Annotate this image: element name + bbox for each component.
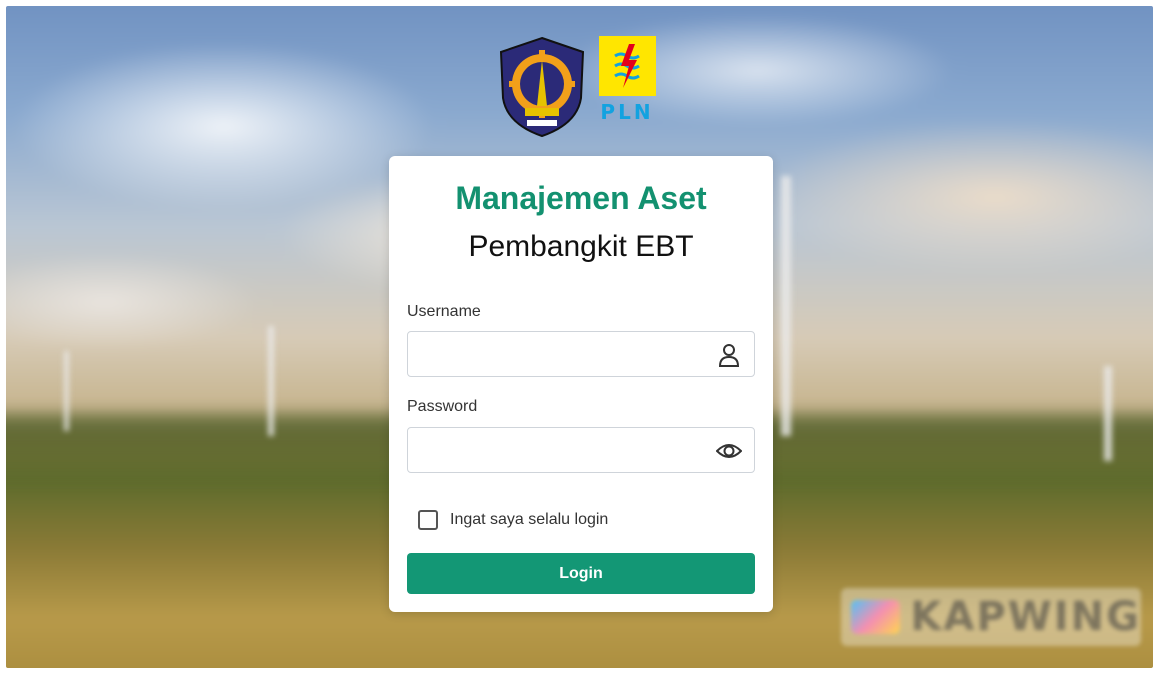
wind-turbine-icon <box>781 176 791 436</box>
remember-me[interactable]: Ingat saya selalu login <box>418 510 608 530</box>
pln-lightning-icon <box>598 36 656 96</box>
remember-me-label: Ingat saya selalu login <box>450 511 609 528</box>
logo-bar: PLN <box>495 36 657 138</box>
eye-icon[interactable] <box>716 438 742 464</box>
login-card: Manajemen Aset Pembangkit EBT Username P… <box>389 156 773 612</box>
username-field[interactable] <box>407 331 755 377</box>
password-input[interactable] <box>418 430 712 472</box>
login-button[interactable]: Login <box>407 553 755 594</box>
polinema-logo-icon <box>499 36 585 138</box>
kapwing-watermark: KAPWING <box>841 588 1141 646</box>
page-subtitle: Pembangkit EBT <box>468 230 694 263</box>
wind-turbine-icon <box>1104 366 1112 461</box>
username-input[interactable] <box>418 334 712 376</box>
user-icon <box>718 344 740 367</box>
pln-logo: PLN <box>597 36 657 124</box>
password-field[interactable] <box>407 427 755 473</box>
page-title: Manajemen Aset <box>455 180 707 216</box>
kapwing-logo-icon <box>851 600 901 634</box>
password-label: Password <box>407 398 478 415</box>
username-label: Username <box>407 303 481 320</box>
pln-text: PLN <box>600 100 654 124</box>
wind-turbine-icon <box>268 326 274 436</box>
wind-turbine-icon <box>64 351 69 431</box>
remember-me-checkbox[interactable] <box>418 510 438 530</box>
watermark-text: KAPWING <box>910 594 1141 640</box>
